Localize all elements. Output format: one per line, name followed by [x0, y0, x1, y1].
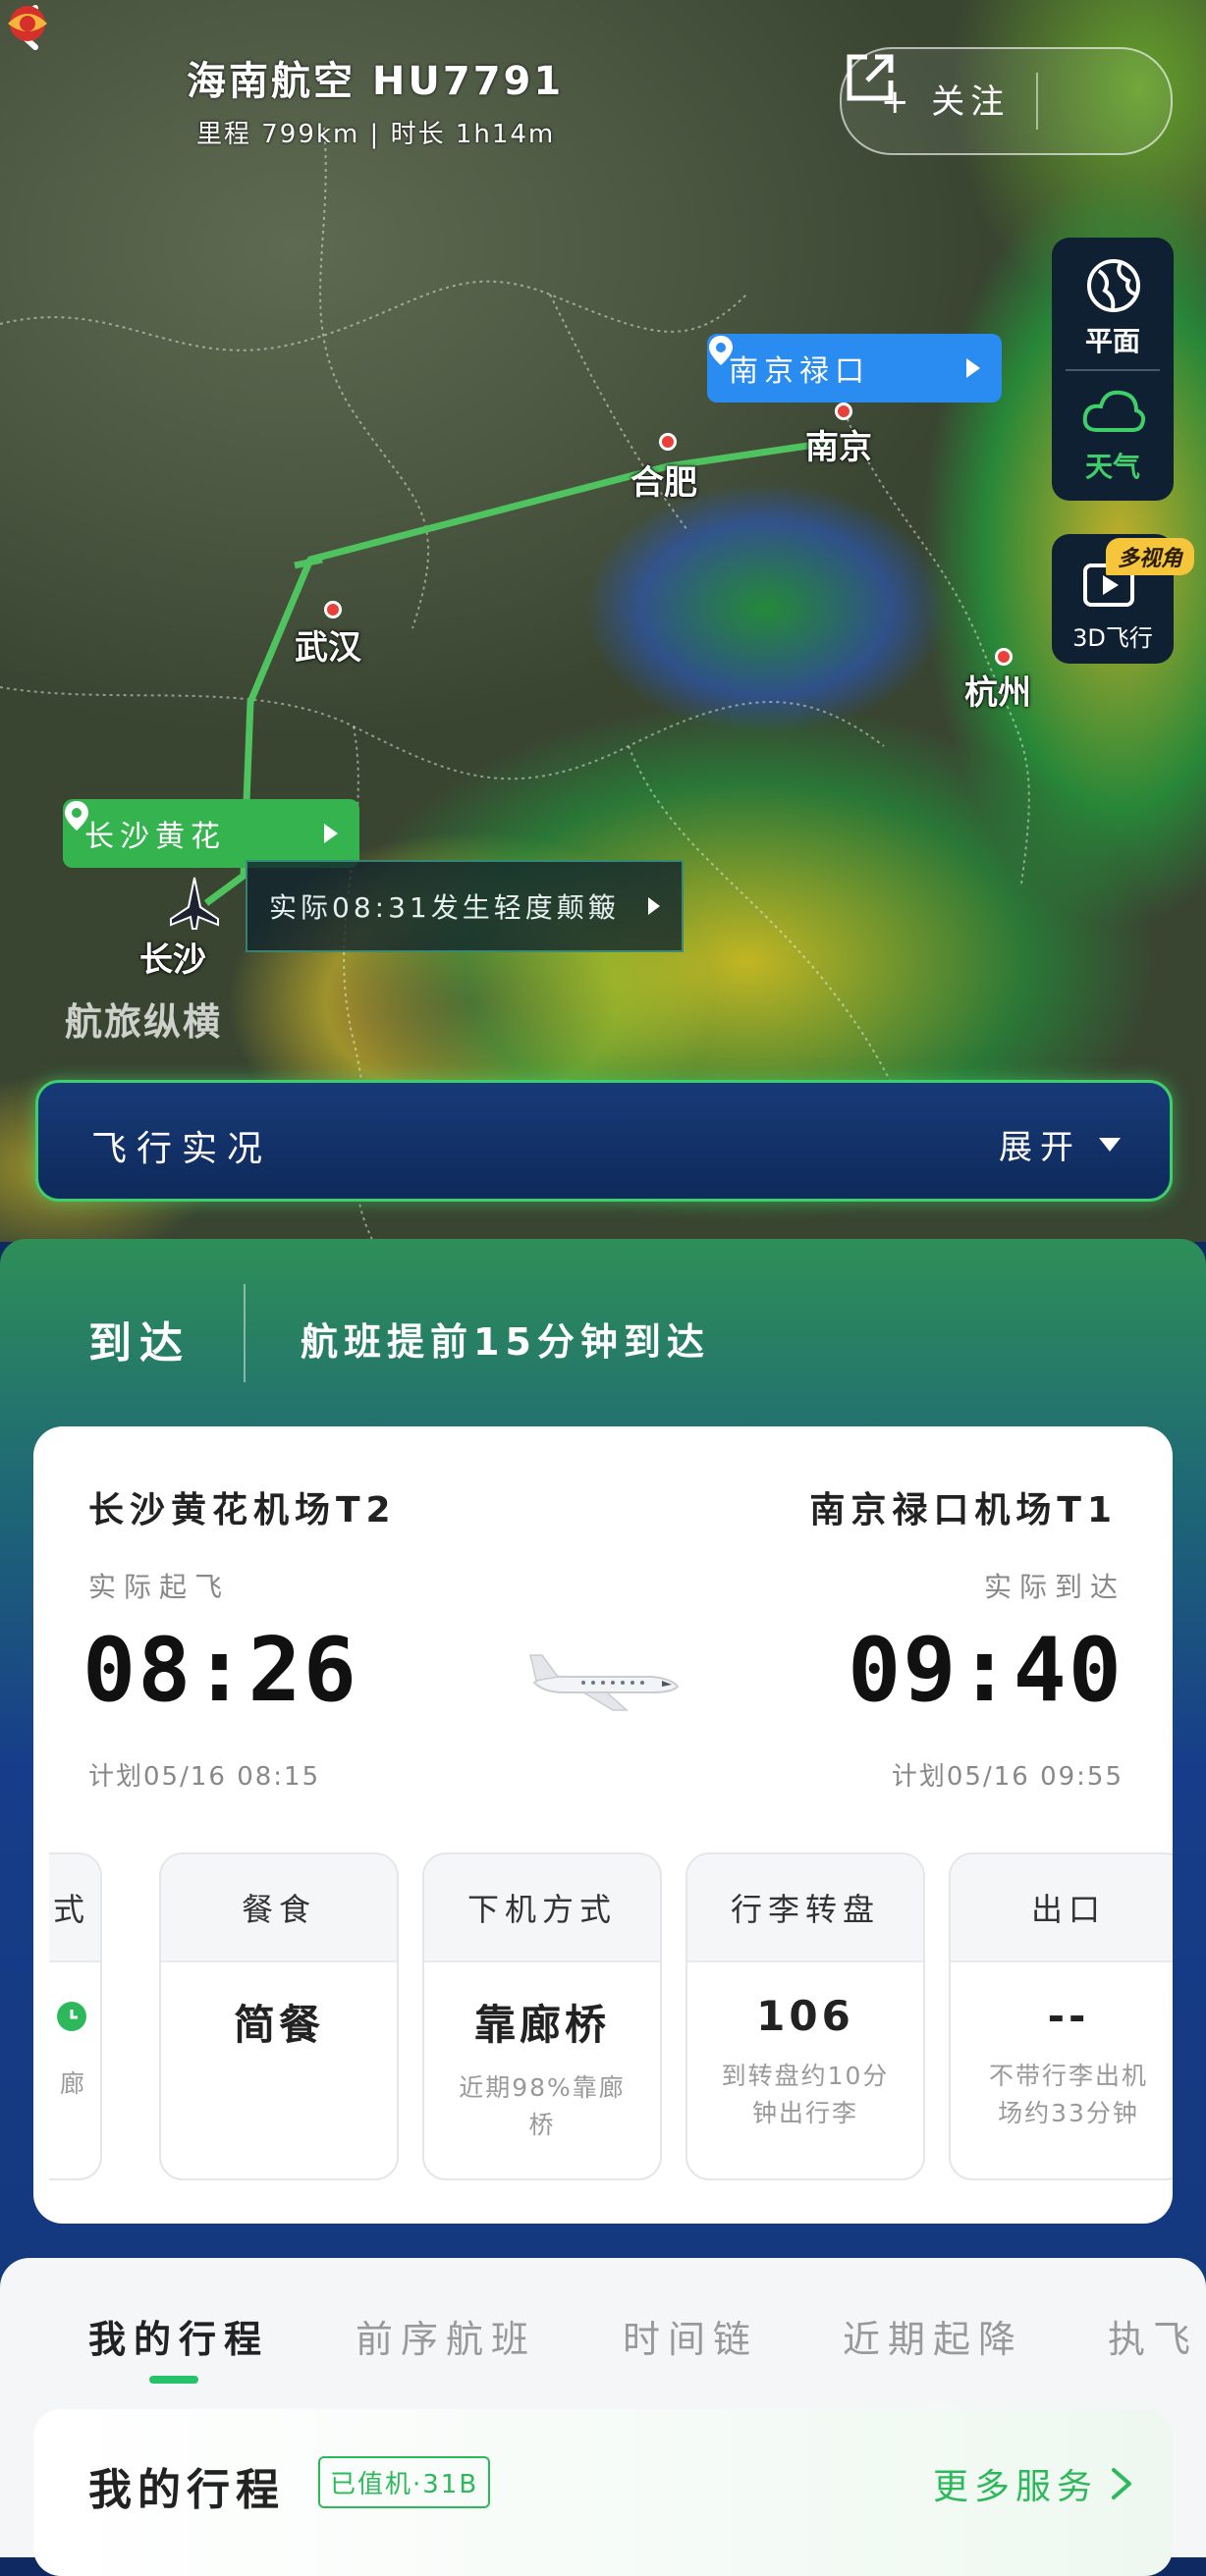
checkin-badge: 已值机·31B — [318, 2456, 491, 2508]
aircraft-marker-icon — [170, 877, 219, 930]
departure-time: 08:26 — [82, 1619, 358, 1722]
flight-detail-card: 长沙黄花机场T2 南京禄口机场T1 实际起飞 实际到达 08:26 09:40 … — [33, 1426, 1173, 2224]
tab-bar: 我的行程 前序航班 时间链 近期起降 执飞 — [0, 2309, 1206, 2397]
status-message: 航班提前15分钟到达 — [301, 1320, 710, 1364]
city-pin-wuhan — [324, 601, 342, 618]
arrival-airport: 南京禄口机场T1 — [809, 1490, 1118, 1530]
status-label: 到达 — [88, 1318, 191, 1368]
chevron-down-icon — [1099, 1137, 1121, 1152]
city-label-nanjing: 南京 — [805, 428, 872, 467]
location-pin-icon — [709, 336, 733, 365]
city-label-hangzhou: 杭州 — [964, 673, 1031, 713]
info-card-value: 106 — [756, 1992, 854, 2040]
expand-label: 展开 — [999, 1128, 1081, 1167]
departure-planned: 计划05/16 08:15 — [88, 1762, 321, 1792]
info-card-head: 行李转盘 — [687, 1854, 923, 1962]
airline-logo-icon — [8, 6, 47, 41]
info-card-exit[interactable]: 出口 -- 不带行李出机场约33分钟 — [949, 1852, 1173, 2180]
city-pin-hefei — [659, 433, 677, 451]
map-mode-controls: 平面 天气 — [1052, 238, 1174, 501]
city-label-hefei: 合肥 — [630, 463, 697, 503]
status-divider — [244, 1284, 246, 1382]
location-pin-icon — [65, 801, 88, 831]
flight-stats: 里程 799km | 时长 1h14m — [196, 120, 556, 149]
map-overlay — [0, 127, 1030, 1242]
destination-airport-label: 南京禄口 — [729, 354, 870, 389]
city-pin-nanjing — [835, 402, 852, 420]
tab-recent-ops[interactable]: 近期起降 — [843, 2309, 1023, 2363]
follow-button[interactable]: + 关注 — [881, 75, 1010, 123]
departure-label: 实际起飞 — [88, 1571, 231, 1603]
clock-icon — [57, 2002, 86, 2031]
tab-previous-flight[interactable]: 前序航班 — [356, 2309, 536, 2363]
city-pin-hangzhou — [995, 648, 1013, 666]
more-services-label: 更多服务 — [932, 2467, 1098, 2507]
active-tab-indicator — [149, 2376, 198, 2384]
trip-title: 我的行程 — [88, 2465, 285, 2515]
origin-airport-tag[interactable]: 长沙黄花 — [63, 799, 359, 868]
chevron-right-icon — [1112, 2468, 1131, 2499]
info-card-meal[interactable]: 餐食 简餐 — [159, 1852, 399, 2180]
side-divider — [1066, 369, 1160, 371]
info-card-value: 靠廊桥 — [473, 2001, 610, 2049]
header-divider — [1036, 73, 1038, 130]
info-card-baggage[interactable]: 行李转盘 106 到转盘约10分钟出行李 — [685, 1852, 925, 2180]
info-card-sub: 不带行李出机场约33分钟 — [988, 2062, 1148, 2127]
city-label-wuhan: 武汉 — [295, 628, 361, 668]
turbulence-event-tag[interactable]: 实际08:31发生轻度颠簸 — [246, 860, 684, 952]
info-card-sub: 近期98%靠廊桥 — [459, 2073, 626, 2139]
flight-title: 海南航空 HU7791 — [187, 59, 565, 104]
map-watermark: 航旅纵横 — [65, 1000, 223, 1044]
flight-live-title: 飞行实况 — [91, 1129, 273, 1169]
weather-cloud-icon[interactable] — [1079, 385, 1148, 440]
departure-airport: 长沙黄花机场T2 — [88, 1490, 397, 1530]
3d-flight-label: 3D飞行 — [1072, 624, 1153, 652]
share-icon[interactable] — [842, 49, 899, 106]
city-label-changsha: 长沙 — [139, 940, 206, 980]
info-card-head: 式 — [49, 1854, 100, 1962]
expand-toggle[interactable]: 展开 — [999, 1120, 1121, 1168]
info-card-sub: 廊 — [59, 2069, 84, 2098]
plane-view-label[interactable]: 平面 — [1052, 320, 1174, 359]
multi-view-badge: 多视角 — [1106, 538, 1195, 575]
airplane-icon — [529, 1654, 680, 1711]
info-card-value: -- — [1047, 1992, 1090, 2040]
info-card-partial: 式 廊 — [49, 1852, 102, 2180]
header-actions: + 关注 — [840, 47, 1173, 155]
tab-my-trip[interactable]: 我的行程 — [88, 2309, 269, 2363]
flight-live-bar[interactable]: 飞行实况 展开 — [35, 1080, 1173, 1202]
flight-map[interactable]: 合肥 南京 武汉 杭州 长沙 航旅纵横 海南航空 HU7791 里程 799km… — [0, 0, 1206, 1242]
arrival-label: 实际到达 — [983, 1571, 1125, 1603]
tab-time-chain[interactable]: 时间链 — [623, 2309, 758, 2363]
origin-airport-label: 长沙黄花 — [84, 820, 226, 854]
tab-operating[interactable]: 执飞 — [1108, 2309, 1198, 2363]
more-services-link[interactable]: 更多服务 — [933, 2458, 1133, 2509]
bottom-sheet: 我的行程 前序航班 时间链 近期起降 执飞 我的行程 已值机·31B 更多服务 — [0, 2258, 1206, 2576]
destination-airport-tag[interactable]: 南京禄口 — [707, 334, 1002, 402]
chevron-right-icon — [966, 358, 980, 378]
chevron-right-icon — [648, 897, 660, 915]
arrival-time: 09:40 — [848, 1619, 1124, 1722]
turbulence-event-label: 实际08:31发生轻度颠簸 — [269, 891, 620, 924]
info-card-head: 餐食 — [161, 1854, 397, 1962]
info-card-head: 下机方式 — [424, 1854, 660, 1962]
info-card-head: 出口 — [951, 1854, 1173, 1962]
weather-label[interactable]: 天气 — [1052, 446, 1174, 485]
chevron-right-icon — [324, 824, 338, 843]
info-card-disembark[interactable]: 下机方式 靠廊桥 近期98%靠廊桥 — [422, 1852, 662, 2180]
globe-icon[interactable] — [1085, 257, 1142, 314]
info-card-scroller[interactable]: 式 廊 餐食 简餐 下机方式 靠廊桥 近期98%靠廊桥 行李转盘 106 到转盘… — [49, 1852, 1173, 2182]
info-card-value: 简餐 — [233, 2001, 324, 2049]
my-trip-card: 我的行程 已值机·31B 更多服务 — [33, 2409, 1173, 2576]
info-card-sub: 到转盘约10分钟出行李 — [721, 2062, 890, 2127]
arrival-planned: 计划05/16 09:55 — [891, 1762, 1124, 1792]
